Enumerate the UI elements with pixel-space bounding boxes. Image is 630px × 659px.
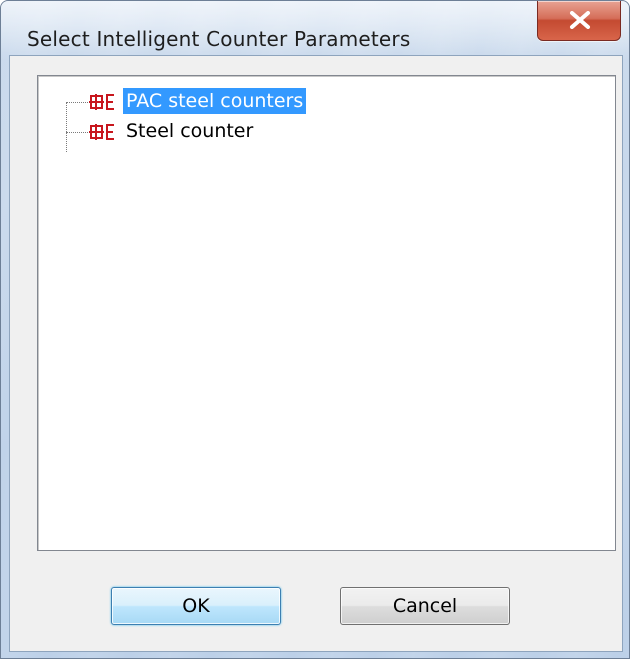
close-icon [570, 11, 590, 29]
dialog-content: PAC steel counters Steel counter OK Canc… [9, 55, 623, 652]
tree-item-pac-steel-counters[interactable]: PAC steel counters [38, 86, 368, 116]
dialog-window: Select Intelligent Counter Parameters PA… [0, 0, 630, 659]
title-bar[interactable]: Select Intelligent Counter Parameters [1, 1, 629, 53]
window-title: Select Intelligent Counter Parameters [27, 27, 411, 51]
ok-button[interactable]: OK [111, 587, 281, 625]
steel-counter-icon [88, 122, 122, 142]
tree-item-label: PAC steel counters [123, 88, 307, 114]
counter-tree[interactable]: PAC steel counters Steel counter [37, 75, 616, 551]
tree-item-steel-counter[interactable]: Steel counter [38, 116, 368, 146]
close-button[interactable] [537, 1, 621, 41]
steel-counter-icon [88, 92, 122, 112]
tree-item-label: Steel counter [126, 120, 254, 142]
cancel-button[interactable]: Cancel [340, 587, 510, 625]
